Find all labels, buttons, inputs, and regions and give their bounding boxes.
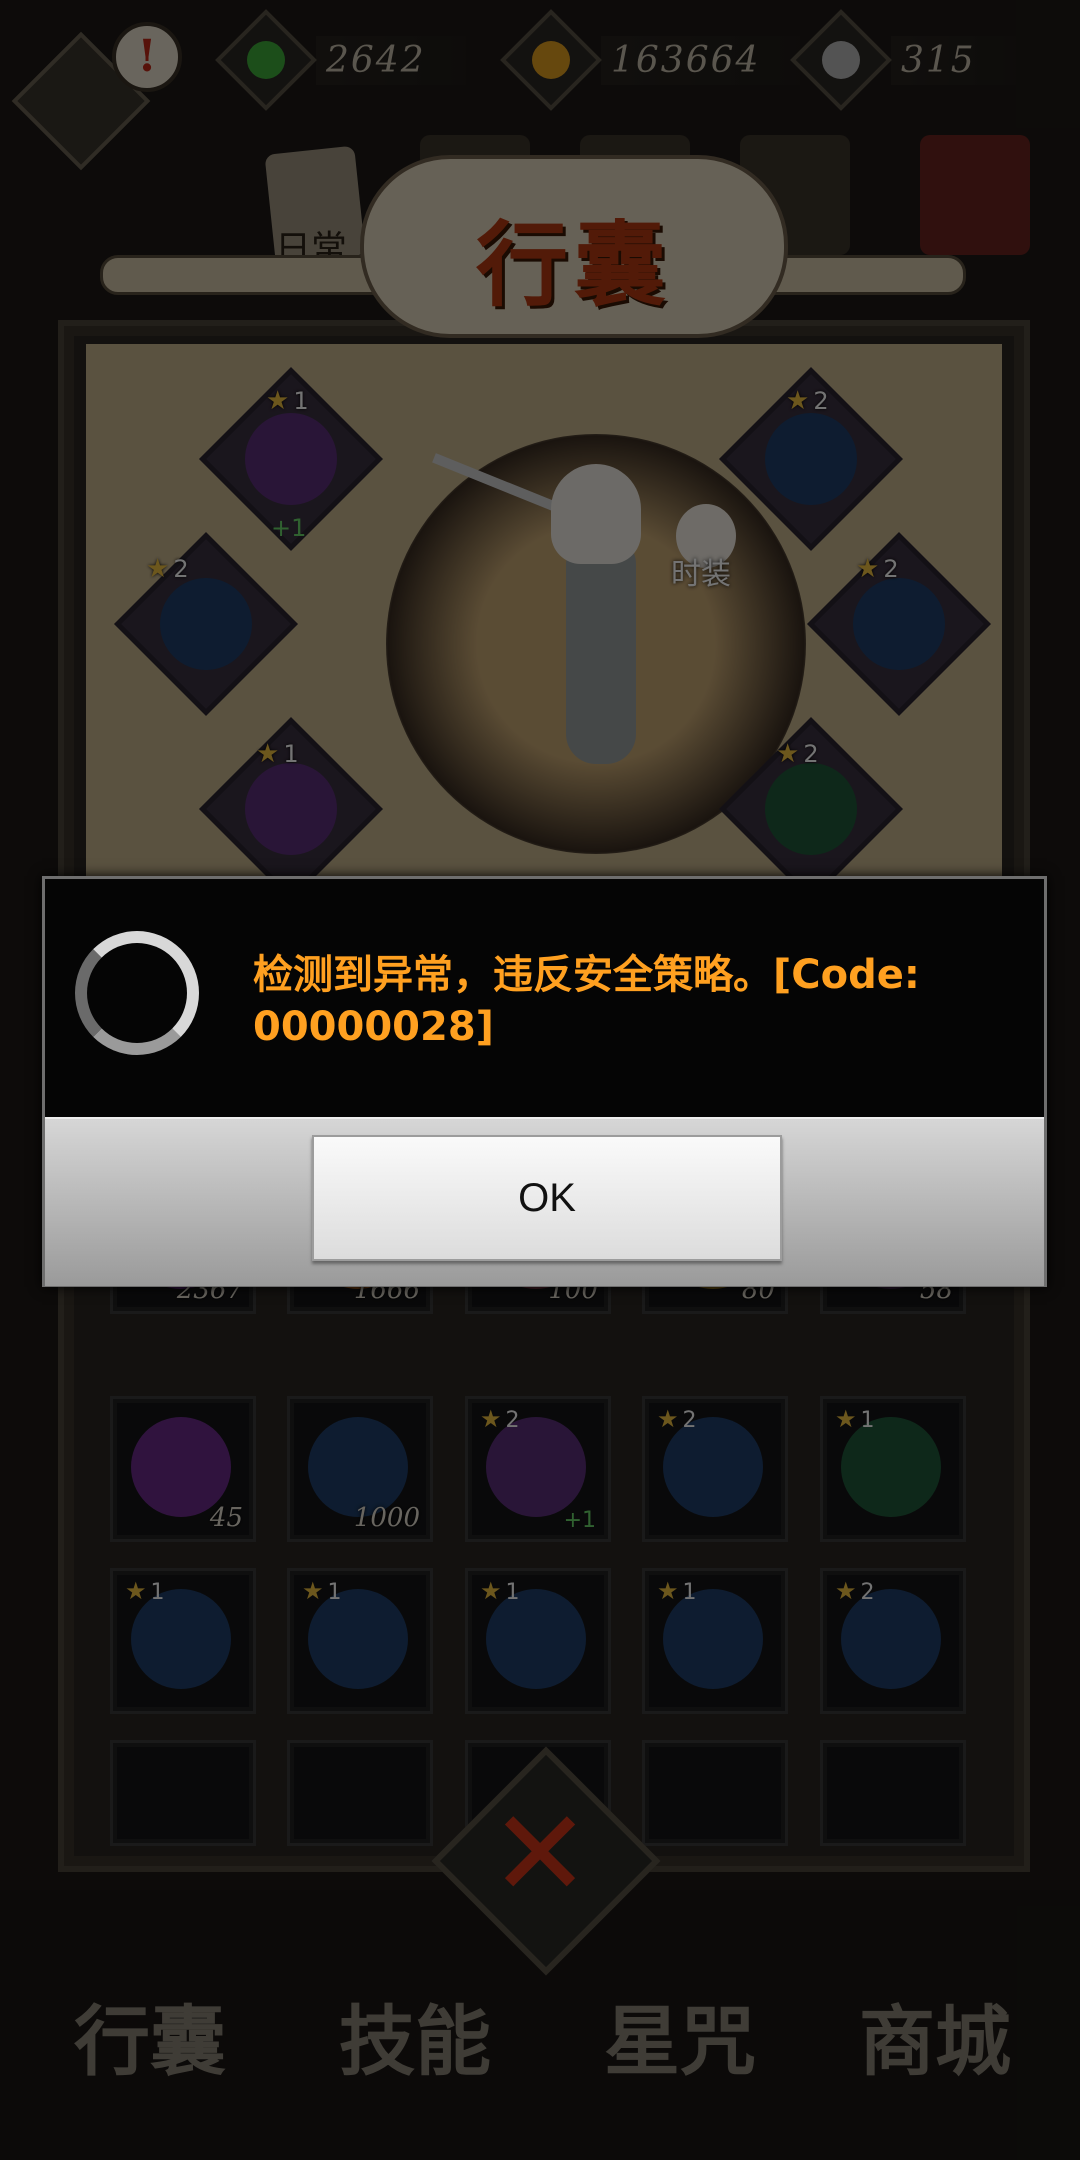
error-dialog: 检测到异常，违反安全策略。[Code: 00000028] OK [42, 876, 1047, 1287]
dialog-body: 检测到异常，违反安全策略。[Code: 00000028] [45, 879, 1044, 1117]
dialog-message: 检测到异常，违反安全策略。[Code: 00000028] [253, 952, 920, 1050]
ok-button[interactable]: OK [312, 1135, 782, 1261]
dialog-footer: OK [45, 1117, 1044, 1286]
loading-spinner-icon [75, 931, 199, 1055]
